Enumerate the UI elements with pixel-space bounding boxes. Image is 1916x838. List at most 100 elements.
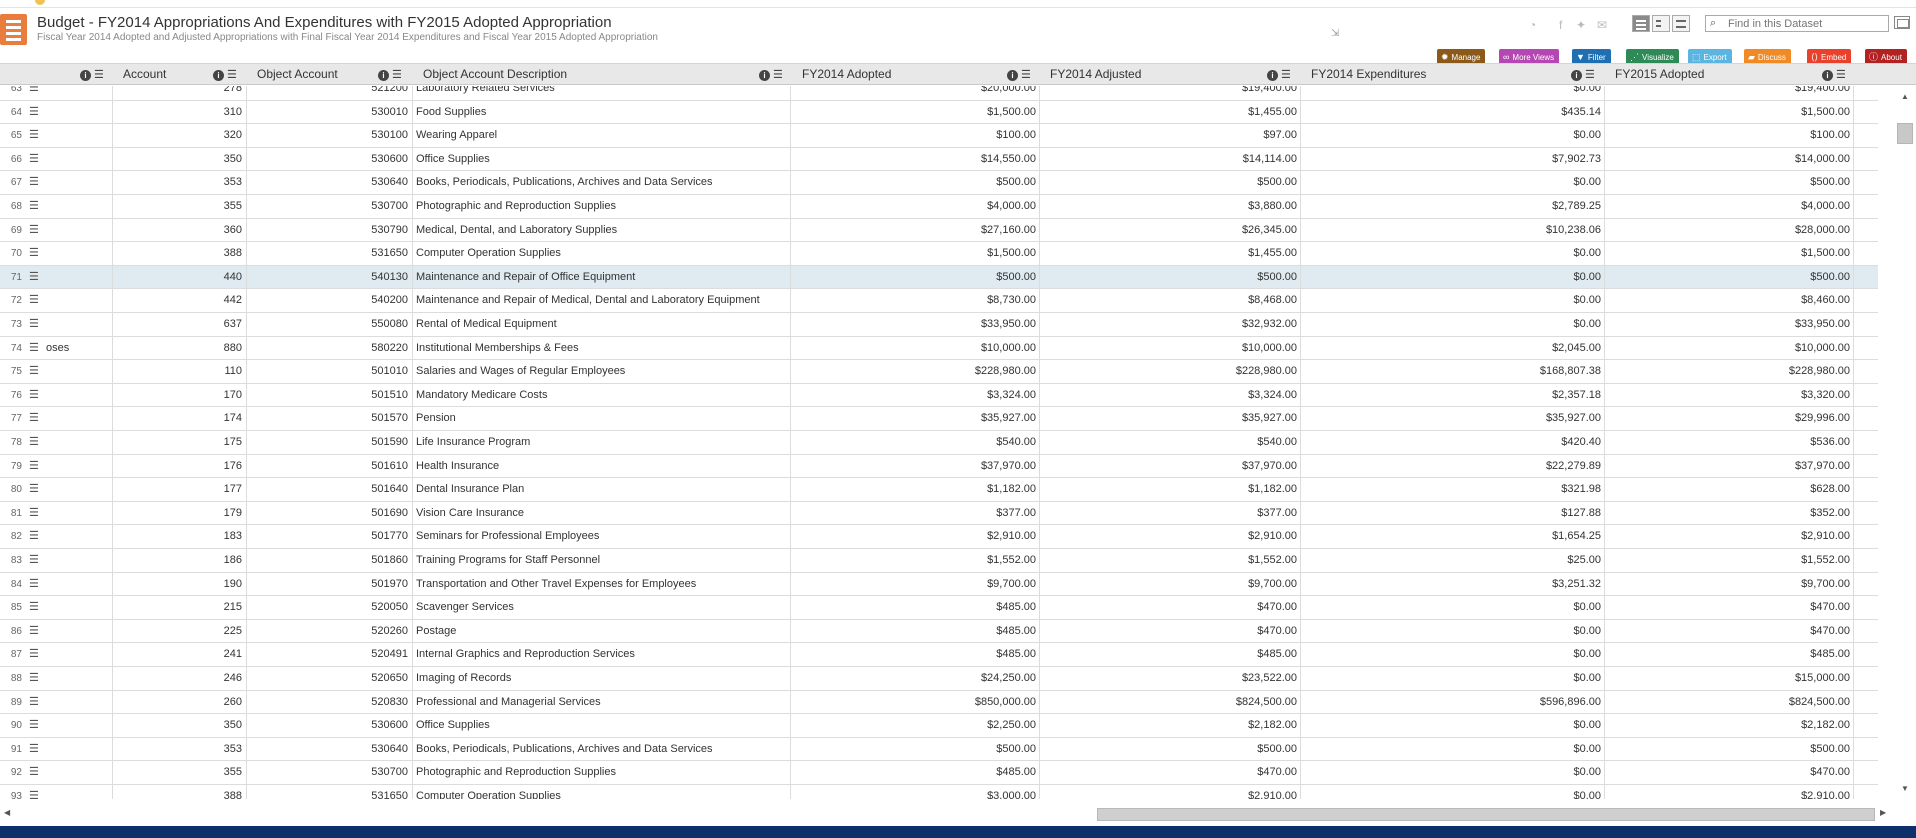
column-menu-icon[interactable]: ☰ [1585,69,1595,81]
column-info-icon[interactable]: i [1571,70,1582,81]
table-row[interactable]: 90 ☰ 350 530600 Office Supplies $2,250.00 $2,1… [0,714,1878,738]
table-row[interactable]: 68 ☰ 355 530700 Photographic and Reproductio… [0,195,1878,219]
table-row[interactable]: 66 ☰ 350 530600 Office Supplies $14,550.00 $14… [0,148,1878,172]
row-menu-icon[interactable]: ☰ [29,573,45,596]
scroll-down-arrow-icon[interactable]: ▼ [1901,784,1909,793]
scroll-right-arrow-icon[interactable]: ▶ [1880,808,1886,817]
row-menu-icon[interactable]: ☰ [29,242,45,265]
row-menu-icon[interactable]: ☰ [29,431,45,454]
column-tools-prev[interactable]: i ☰ [80,68,104,81]
row-menu-icon[interactable]: ☰ [29,620,45,643]
search-input[interactable] [1728,16,1886,31]
header-object-account[interactable]: Object Account [257,64,338,86]
row-menu-icon[interactable]: ☰ [29,171,45,194]
column-tools-account[interactable]: i ☰ [213,68,237,81]
column-menu-icon[interactable]: ☰ [392,69,402,81]
table-row[interactable]: 73 ☰ 637 550080 Rental of Medical Equipment $… [0,313,1878,337]
row-menu-icon[interactable]: ☰ [29,360,45,383]
header-account[interactable]: Account [123,64,166,86]
column-tools-fy2014-expenditures[interactable]: i ☰ [1571,68,1595,81]
dataset-search[interactable]: ⌕ [1705,15,1889,32]
column-menu-icon[interactable]: ☰ [1021,69,1031,81]
table-row[interactable]: 75 ☰ 110 501010 Salaries and Wages of Regula… [0,360,1878,384]
horizontal-scrollbar[interactable]: ◀ ▶ [0,804,1895,824]
row-menu-icon[interactable]: ☰ [29,691,45,714]
table-row[interactable]: 69 ☰ 360 530790 Medical, Dental, and Laborat… [0,219,1878,243]
table-row[interactable]: 71 ☰ 440 540130 Maintenance and Repair of Of… [0,265,1878,290]
table-row[interactable]: 77 ☰ 174 501570 Pension $35,927.00 $35,927.00 $… [0,407,1878,431]
row-menu-icon[interactable]: ☰ [29,384,45,407]
row-menu-icon[interactable]: ☰ [29,289,45,312]
table-row[interactable]: 86 ☰ 225 520260 Postage $485.00 $470.00 $0.00 $4… [0,620,1878,644]
table-row[interactable]: 89 ☰ 260 520830 Professional and Managerial … [0,691,1878,715]
table-row[interactable]: 76 ☰ 170 501510 Mandatory Medicare Costs $3,3… [0,384,1878,408]
table-row[interactable]: 91 ☰ 353 530640 Books, Periodicals, Publicat… [0,738,1878,762]
row-menu-icon[interactable]: ☰ [29,738,45,761]
row-menu-icon[interactable]: ☰ [29,124,45,147]
header-fy2014-adjusted[interactable]: FY2014 Adjusted [1050,64,1141,86]
row-menu-icon[interactable]: ☰ [29,101,45,124]
row-menu-icon[interactable]: ☰ [29,266,45,289]
table-row[interactable]: 88 ☰ 246 520650 Imaging of Records $24,250.00… [0,667,1878,691]
table-view-icon[interactable] [1632,15,1650,32]
table-row[interactable]: 74 ☰ oses 880 580220 Institutional Membership… [0,337,1878,361]
table-row[interactable]: 92 ☰ 355 530700 Photographic and Reproductio… [0,761,1878,785]
scroll-up-arrow-icon[interactable]: ▲ [1901,92,1909,101]
table-row[interactable]: 64 ☰ 310 530010 Food Supplies $1,500.00 $1,455… [0,101,1878,125]
column-info-icon[interactable]: i [80,70,91,81]
table-row[interactable]: 84 ☰ 190 501970 Transportation and Other Tra… [0,573,1878,597]
column-tools-fy2014-adjusted[interactable]: i ☰ [1267,68,1291,81]
header-fy2015-adopted[interactable]: FY2015 Adopted [1615,64,1704,86]
row-menu-icon[interactable]: ☰ [29,643,45,666]
table-row[interactable]: 70 ☰ 388 531650 Computer Operation Supplies $… [0,242,1878,266]
collapse-arrow-icon[interactable]: ⇲ [1331,28,1339,39]
vertical-scroll-thumb[interactable] [1897,123,1913,144]
row-menu-icon[interactable]: ☰ [29,455,45,478]
row-menu-icon[interactable]: ☰ [29,337,45,360]
row-menu-icon[interactable]: ☰ [29,148,45,171]
column-menu-icon[interactable]: ☰ [227,69,237,81]
row-menu-icon[interactable]: ☰ [29,525,45,548]
column-tools-object-account[interactable]: i ☰ [378,68,402,81]
column-info-icon[interactable]: i [759,70,770,81]
fullscreen-icon[interactable] [1894,16,1910,29]
vertical-scrollbar[interactable]: ▲ ▼ [1895,86,1916,799]
table-row[interactable]: 67 ☰ 353 530640 Books, Periodicals, Publicat… [0,171,1878,195]
table-row[interactable]: 63 ☰ 278 521200 Laboratory Related Services $… [0,86,1878,101]
facebook-icon[interactable]: f [1559,18,1562,32]
row-menu-icon[interactable]: ☰ [29,596,45,619]
table-row[interactable]: 81 ☰ 179 501690 Vision Care Insurance $377.00… [0,502,1878,526]
row-menu-icon[interactable]: ☰ [29,478,45,501]
table-row[interactable]: 72 ☰ 442 540200 Maintenance and Repair of Me… [0,289,1878,313]
table-row[interactable]: 79 ☰ 176 501610 Health Insurance $37,970.00 $3… [0,455,1878,479]
rss-icon[interactable]: ◔ [1529,18,1536,32]
horizontal-scroll-thumb[interactable] [1097,808,1875,821]
table-row[interactable]: 80 ☰ 177 501640 Dental Insurance Plan $1,182.… [0,478,1878,502]
column-info-icon[interactable]: i [1007,70,1018,81]
column-tools-fy2014-adopted[interactable]: i ☰ [1007,68,1031,81]
column-menu-icon[interactable]: ☰ [1836,69,1846,81]
row-menu-icon[interactable]: ☰ [29,407,45,430]
email-icon[interactable]: ✉ [1597,18,1607,32]
row-menu-icon[interactable]: ☰ [29,785,45,799]
row-menu-icon[interactable]: ☰ [29,549,45,572]
column-menu-icon[interactable]: ☰ [1281,69,1291,81]
twitter-icon[interactable]: ✦ [1576,18,1586,32]
table-row[interactable]: 82 ☰ 183 501770 Seminars for Professional Em… [0,525,1878,549]
row-menu-icon[interactable]: ☰ [29,219,45,242]
table-row[interactable]: 83 ☰ 186 501860 Training Programs for Staff … [0,549,1878,573]
table-row[interactable]: 87 ☰ 241 520491 Internal Graphics and Reprod… [0,643,1878,667]
table-row[interactable]: 65 ☰ 320 530100 Wearing Apparel $100.00 $97.00… [0,124,1878,148]
row-menu-icon[interactable]: ☰ [29,761,45,784]
row-menu-icon[interactable]: ☰ [29,502,45,525]
table-row[interactable]: 93 ☰ 388 531650 Computer Operation Supplies $… [0,785,1878,799]
scroll-left-arrow-icon[interactable]: ◀ [4,808,10,817]
column-menu-icon[interactable]: ☰ [94,69,104,81]
row-menu-icon[interactable]: ☰ [29,195,45,218]
column-tools-description[interactable]: i ☰ [759,68,783,81]
column-tools-fy2015-adopted[interactable]: i ☰ [1822,68,1846,81]
column-menu-icon[interactable]: ☰ [773,69,783,81]
list-view-icon[interactable] [1652,15,1670,32]
table-row[interactable]: 78 ☰ 175 501590 Life Insurance Program $540.0… [0,431,1878,455]
row-menu-icon[interactable]: ☰ [29,86,45,100]
